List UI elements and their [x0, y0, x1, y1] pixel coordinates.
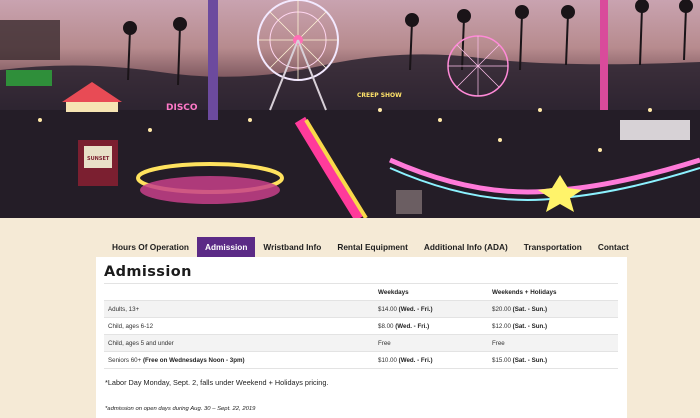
column-header-weekends-holidays: Weekends + Holidays: [488, 283, 618, 301]
open-days-note: *admission on open days during Aug. 30 –…: [105, 406, 256, 412]
weekday-price-cell: $14.00 (Wed. - Fri.): [374, 300, 488, 318]
weekday-price-cell: $10.00 (Wed. - Fri.): [374, 351, 488, 369]
weekend-price-cell: $20.00 (Sat. - Sun.): [488, 300, 618, 318]
sunset-sign: SUNSET: [87, 156, 110, 162]
ticket-type-cell: Child, ages 6-12: [104, 317, 374, 335]
fairground-illustration: DISCO CREEP SHOW SUNSET: [0, 0, 700, 218]
table-row: Child, ages 5 and under Free Free: [104, 334, 618, 352]
column-header-ticket-type: [104, 283, 374, 301]
tab-admission[interactable]: Admission: [196, 237, 256, 257]
table-row: Adults, 13+ $14.00 (Wed. - Fri.) $20.00 …: [104, 300, 618, 318]
tab-additional-info-ada[interactable]: Additional Info (ADA): [416, 237, 516, 257]
admission-price-table: Weekdays Weekends + Holidays Adults, 13+…: [104, 283, 618, 369]
ticket-type-cell: Child, ages 5 and under: [104, 334, 374, 352]
table-header-row: Weekdays Weekends + Holidays: [104, 283, 618, 301]
weekend-price-cell: Free: [488, 334, 618, 352]
weekday-price-cell: Free: [374, 334, 488, 352]
tab-wristband-info[interactable]: Wristband Info: [255, 237, 329, 257]
tab-rental-equipment[interactable]: Rental Equipment: [329, 237, 416, 257]
table-row: Seniors 60+ (Free on Wednesdays Noon - 3…: [104, 351, 618, 369]
weekday-price-cell: $8.00 (Wed. - Fri.): [374, 317, 488, 335]
tab-hours-of-operation[interactable]: Hours Of Operation: [104, 237, 197, 257]
weekend-price-cell: $12.00 (Sat. - Sun.): [488, 317, 618, 335]
creep-show-sign: CREEP SHOW: [357, 92, 402, 99]
table-row: Child, ages 6-12 $8.00 (Wed. - Fri.) $12…: [104, 317, 618, 335]
admission-panel: Admission Weekdays Weekends + Holidays A…: [96, 257, 627, 418]
tab-contact[interactable]: Contact: [590, 237, 637, 257]
disco-sign: DISCO: [166, 103, 198, 113]
info-tabs: Hours Of Operation Admission Wristband I…: [104, 237, 637, 257]
ticket-type-cell: Adults, 13+: [104, 300, 374, 318]
weekend-price-cell: $15.00 (Sat. - Sun.): [488, 351, 618, 369]
hero-fairground-photo: DISCO CREEP SHOW SUNSET: [0, 0, 700, 218]
column-header-weekdays: Weekdays: [374, 283, 488, 301]
tab-transportation[interactable]: Transportation: [516, 237, 590, 257]
page-title: Admission: [104, 264, 192, 280]
ticket-type-cell: Seniors 60+ (Free on Wednesdays Noon - 3…: [104, 351, 374, 369]
labor-day-note: *Labor Day Monday, Sept. 2, falls under …: [105, 378, 329, 387]
